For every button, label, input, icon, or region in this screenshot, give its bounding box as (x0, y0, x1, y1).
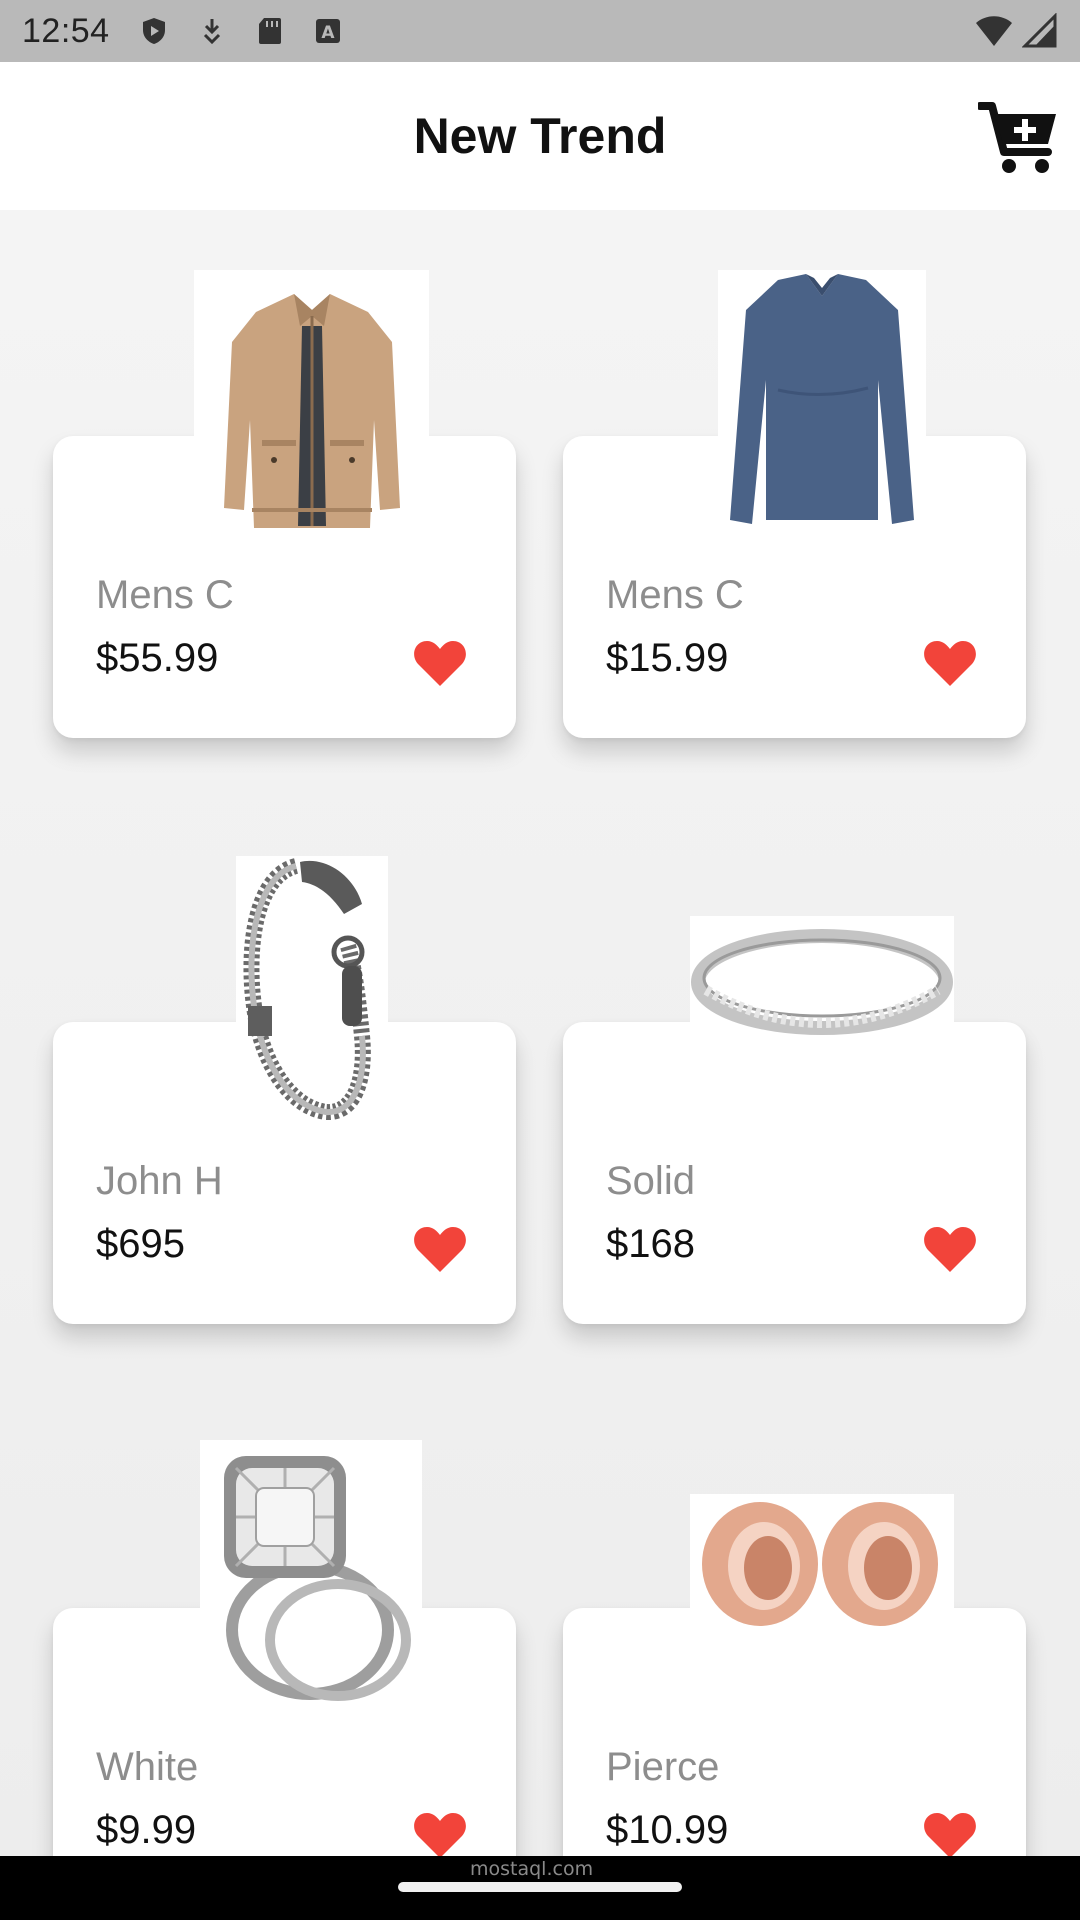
favorite-button[interactable] (413, 1224, 467, 1274)
blue-longsleeve-shirt-image (718, 270, 926, 532)
product-price: $9.99 (96, 1808, 197, 1852)
product-name: White (96, 1745, 199, 1789)
home-gesture-handle[interactable] (398, 1882, 682, 1892)
product-image (690, 916, 954, 1052)
favorite-button[interactable] (923, 1224, 977, 1274)
sd-card-icon (258, 18, 281, 44)
wifi-icon (976, 16, 1012, 46)
cushion-diamond-ring-set-image (200, 1440, 422, 1702)
product-price: $695 (96, 1222, 185, 1266)
product-image (718, 270, 926, 532)
product-image (690, 1494, 954, 1646)
shield-play-icon (142, 18, 165, 44)
khaki-jacket-image (194, 270, 429, 532)
cellular-signal-icon (1022, 13, 1057, 48)
product-price: $10.99 (606, 1808, 729, 1852)
cart-button[interactable] (976, 100, 1060, 176)
product-name: Mens C (606, 573, 744, 617)
product-price: $55.99 (96, 636, 219, 680)
app-bar: New Trend (0, 62, 1080, 210)
status-bar: 12:54 A (0, 0, 1080, 62)
page-title: New Trend (413, 108, 667, 164)
product-grid: Mens C $55.99 Mens C $15.99 John H $695 … (0, 210, 1080, 1856)
watermark: mostaql.com (470, 1858, 594, 1880)
silver-dragon-bracelet-image (236, 856, 388, 1120)
favorite-button[interactable] (413, 638, 467, 688)
keyboard-a-icon: A (315, 19, 340, 43)
favorite-button[interactable] (923, 638, 977, 688)
cart-plus-icon (976, 102, 1056, 173)
heart-icon (924, 1227, 976, 1272)
favorite-button[interactable] (923, 1810, 977, 1856)
product-name: John H (96, 1159, 223, 1203)
download-arrow-icon (203, 19, 220, 45)
status-time: 12:54 (22, 11, 110, 50)
status-system-icons (974, 13, 1058, 49)
heart-icon (414, 1813, 466, 1856)
diamond-band-ring-image (690, 916, 954, 1052)
product-image (194, 270, 429, 532)
svg-text:A: A (321, 23, 335, 43)
heart-icon (414, 641, 466, 686)
product-price: $15.99 (606, 636, 729, 680)
favorite-button[interactable] (413, 1810, 467, 1856)
product-name: Pierce (606, 1745, 720, 1789)
rose-gold-ear-tunnels-image (690, 1494, 954, 1646)
heart-icon (414, 1227, 466, 1272)
product-price: $168 (606, 1222, 695, 1266)
product-card[interactable]: Solid $168 (563, 1022, 1026, 1324)
product-name: Mens C (96, 573, 234, 617)
product-image (200, 1440, 422, 1702)
status-notification-icons: A (138, 15, 344, 47)
product-name: Solid (606, 1159, 695, 1203)
heart-icon (924, 1813, 976, 1856)
heart-icon (924, 641, 976, 686)
product-image (236, 856, 388, 1120)
